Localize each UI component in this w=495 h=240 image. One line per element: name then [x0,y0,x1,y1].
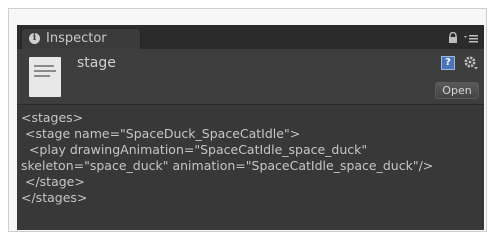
code-line: <stages> [21,110,84,125]
code-line: <stage name="SpaceDuck_SpaceCatIdle"> [21,126,301,141]
code-text-area: <stages> <stage name="SpaceDuck_SpaceCat… [17,104,484,230]
open-button[interactable]: Open [435,82,479,99]
tab-label: Inspector [46,31,107,46]
tab-bar: i Inspector [17,25,484,49]
file-icon [29,57,61,97]
lock-icon[interactable] [447,32,459,44]
gear-icon[interactable] [463,55,479,71]
inspector-panel: i Inspector stage ? Open <stages> <stage… [17,25,484,230]
menu-icon[interactable] [464,32,478,44]
help-icon[interactable]: ? [441,56,455,70]
info-icon: i [29,33,40,44]
code-line: </stage> [21,174,85,189]
code-line: <play drawingAnimation="SpaceCatIdle_spa… [21,142,368,157]
asset-name: stage [77,55,116,71]
code-line: </stages> [21,190,88,205]
code-line: skeleton="space_duck" animation="SpaceCa… [21,158,434,173]
tab-inspector[interactable]: i Inspector [21,28,141,49]
asset-header: stage ? Open [17,49,484,103]
